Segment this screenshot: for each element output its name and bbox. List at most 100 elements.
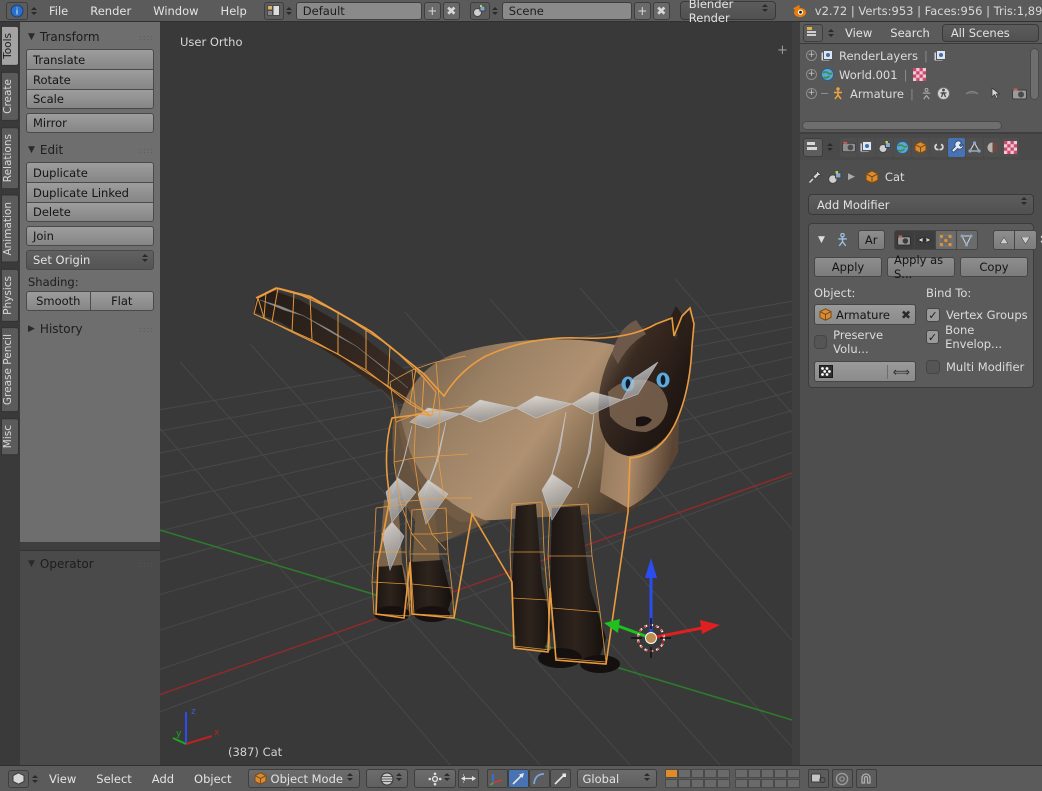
tab-render-layers[interactable] [858,138,875,157]
tab-material[interactable] [984,138,1001,157]
render-engine-spinner[interactable] [761,4,770,12]
editor-type-selector-info[interactable]: i [6,2,38,20]
layer-cell-5[interactable] [717,769,730,778]
layer-cell-16[interactable] [735,779,748,788]
viewport-shading-spinner[interactable] [395,773,404,781]
menu-window[interactable]: Window [142,1,209,21]
apply-modifier-button[interactable]: Apply [814,257,882,277]
manipulator-rotate-icon[interactable] [529,769,550,788]
tool-tab-tools[interactable]: Tools [1,26,19,66]
transform-orientation-spinner[interactable] [643,773,652,781]
expand-icon[interactable]: + [806,69,817,80]
screen-layout-icon[interactable] [264,2,284,20]
outliner-editor[interactable]: View Search All Scenes + RenderLayers | … [800,22,1042,132]
panel-header-edit[interactable]: ▼ Edit :::: [26,141,154,162]
viewport-menu-select[interactable]: Select [86,769,141,789]
duplicate-button[interactable]: Duplicate [26,162,154,182]
interaction-mode-spinner[interactable] [346,773,355,781]
magnet-icon[interactable] [856,769,877,788]
rotate-button[interactable]: Rotate [26,69,154,89]
bone-envelopes-row[interactable]: Bone Envelop... [926,326,1028,348]
tab-world[interactable] [894,138,911,157]
bone-envelopes-checkbox[interactable] [926,330,939,344]
tab-modifiers[interactable] [948,138,965,157]
outliner-editor-icon[interactable] [803,24,823,42]
show-in-render-icon[interactable] [894,230,915,250]
set-origin-dropdown[interactable]: Set Origin [26,250,154,270]
tab-scene[interactable] [876,138,893,157]
outliner-menu-search[interactable]: Search [882,23,938,43]
add-screen-layout-button[interactable]: + [424,2,441,20]
3dview-editor-spinner[interactable] [30,775,39,783]
preserve-volume-row[interactable]: Preserve Volu... [814,331,916,353]
layer-cell-10[interactable] [787,769,800,778]
invert-vertex-group-icon[interactable]: ⟺ [887,365,915,379]
manipulator-scale-icon[interactable] [550,769,571,788]
manipulator-enable-icon[interactable] [487,769,508,788]
layer-cell-13[interactable] [691,779,704,788]
outliner-editor-spinner[interactable] [826,29,835,37]
viewport-menu-object[interactable]: Object [184,769,241,789]
restrict-view-icon[interactable] [965,89,979,98]
add-modifier-dropdown[interactable]: Add Modifier [808,194,1034,215]
outliner-row-world[interactable]: + World.001 | [800,65,1042,84]
armature-data-icon[interactable] [920,88,933,100]
tool-tab-create[interactable]: Create [1,72,19,121]
cat-model[interactable] [160,22,792,765]
viewport-shading-dropdown[interactable] [366,769,408,788]
layer-cell-3[interactable] [691,769,704,778]
proportional-edit-icon[interactable] [808,769,829,788]
renderlayer-child-icon[interactable] [934,50,947,62]
manipulator-translate-icon[interactable] [508,769,529,788]
layer-cell-18[interactable] [761,779,774,788]
layer-cell-9[interactable] [774,769,787,778]
scene-name-field[interactable]: Scene [502,2,632,20]
3d-viewport[interactable]: User Ortho + (387) Cat [160,22,792,765]
outliner-vertical-scrollbar[interactable] [1030,48,1039,100]
tab-texture[interactable] [1002,138,1019,157]
pin-icon[interactable] [808,170,822,184]
snap-toggle-icon[interactable] [832,769,853,788]
preserve-volume-checkbox[interactable] [814,335,827,349]
scene-spinner[interactable] [491,7,500,15]
delete-screen-layout-button[interactable]: ✖ [443,2,460,20]
layer-cell-19[interactable] [774,779,787,788]
chevron-down-icon[interactable]: ▼ [814,235,829,245]
panel-header-operator[interactable]: ▼ Operator :::: [20,551,160,576]
tab-object[interactable] [912,138,929,157]
layer-cell-4[interactable] [704,769,717,778]
duplicate-linked-button[interactable]: Duplicate Linked [26,182,154,202]
expand-icon[interactable]: + [806,88,817,99]
tool-tab-relations[interactable]: Relations [1,127,19,189]
join-button[interactable]: Join [26,226,154,246]
layer-cell-1[interactable] [665,769,678,778]
screen-layout-spinner[interactable] [285,7,294,15]
tool-tab-physics[interactable]: Physics [1,269,19,322]
outliner-display-mode[interactable]: All Scenes [942,24,1039,42]
tab-render[interactable] [840,138,857,157]
scale-button[interactable]: Scale [26,89,154,109]
outliner-menu-view[interactable]: View [837,23,880,43]
layer-cell-20[interactable] [787,779,800,788]
shade-smooth-button[interactable]: Smooth [26,291,91,311]
properties-editor-icon[interactable] [803,138,823,157]
outliner-row-renderlayers[interactable]: + RenderLayers | [800,46,1042,65]
panel-header-history[interactable]: ▶ History :::: [26,320,154,341]
mirror-button[interactable]: Mirror [26,113,154,133]
set-origin-spinner[interactable] [140,254,149,262]
layer-cell-8[interactable] [761,769,774,778]
layer-cell-2[interactable] [678,769,691,778]
layer-cell-17[interactable] [748,779,761,788]
scene-breadcrumb-icon[interactable] [828,171,842,184]
transform-orientation-dropdown[interactable]: Global [577,769,657,788]
show-in-viewport-icon[interactable] [915,230,936,250]
menu-help[interactable]: Help [210,1,258,21]
interaction-mode-dropdown[interactable]: Object Mode [248,769,360,788]
editor-type-spinner[interactable] [29,7,38,15]
vertex-groups-checkbox[interactable] [926,308,940,322]
multi-modifier-row[interactable]: Multi Modifier [926,356,1028,378]
pivot-point-dropdown[interactable] [414,769,456,788]
restrict-select-icon[interactable] [991,87,1002,100]
layer-cell-6[interactable] [735,769,748,778]
layer-cell-14[interactable] [704,779,717,788]
